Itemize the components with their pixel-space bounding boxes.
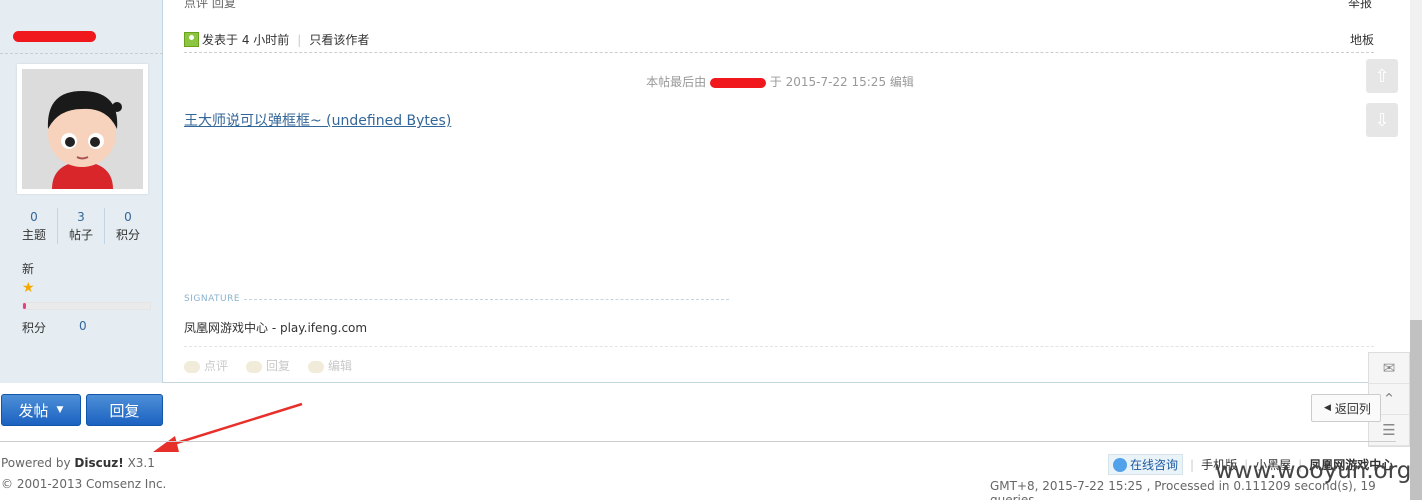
stat-value: 0: [30, 210, 38, 224]
post-bottom-actions: 点评 回复 编辑: [184, 357, 352, 374]
author-stats: 0 主题 3 帖子 0 积分: [11, 208, 151, 244]
stat-value: 3: [77, 210, 85, 224]
stat-label: 帖子: [68, 228, 93, 242]
chat-icon: ✉: [1382, 359, 1396, 377]
new-post-button[interactable]: 发帖 ▼: [1, 394, 81, 426]
post-divider: [184, 346, 1374, 347]
back-label: 返回列: [1334, 401, 1371, 416]
stat-label: 积分: [115, 228, 140, 242]
rate-label: 点评: [204, 359, 229, 373]
stat-posts[interactable]: 3 帖子: [57, 208, 104, 244]
redacted-editor: [709, 77, 766, 88]
stat-threads[interactable]: 0 主题: [11, 208, 57, 244]
post-content-area: 点评 回复 举报 发表于 4 小时前 | 只看该作者 地板 本帖最后由 于 20…: [164, 0, 1396, 383]
scroll-bottom-button[interactable]: ⇩: [1366, 103, 1398, 137]
only-author-link[interactable]: 只看该作者: [309, 31, 369, 48]
edit-link[interactable]: 编辑: [308, 357, 352, 374]
stat-credits[interactable]: 0 积分: [104, 208, 151, 244]
arrow-down-icon: ⇩: [1374, 109, 1390, 131]
annotation-arrow: [153, 402, 303, 452]
separator: |: [1190, 457, 1195, 472]
quick-reply-button[interactable]: ✉: [1369, 353, 1409, 384]
signature-label: SIGNATURE: [184, 294, 241, 304]
list-icon: ☰: [1382, 421, 1396, 439]
consult-label: 在线咨询: [1130, 458, 1179, 472]
footer-divider: [0, 441, 1396, 442]
edit-notice: 本帖最后由 于 2015-7-22 15:25 编辑: [164, 73, 1396, 90]
back-to-list-link[interactable]: ◀ 返回列: [1311, 394, 1381, 422]
reply-icon: [246, 360, 263, 373]
stat-label: 主题: [21, 228, 46, 242]
new-post-label: 发帖: [18, 401, 49, 420]
floor-number[interactable]: 地板: [1350, 31, 1374, 48]
separator: |: [297, 32, 302, 47]
user-rank: 新: [22, 262, 35, 276]
credit-label: 积分: [22, 321, 47, 335]
signature-divider: [244, 298, 729, 300]
attachment-link[interactable]: 王大师说可以弹框框~ (undefined Bytes): [184, 110, 451, 130]
sidebar-divider: [0, 53, 163, 54]
stat-value: 0: [124, 210, 132, 224]
consult-icon: [1113, 457, 1127, 472]
online-consult-button[interactable]: 在线咨询: [1108, 454, 1184, 475]
rate-button[interactable]: 点评: [184, 357, 228, 374]
post-top-actions[interactable]: 点评 回复: [184, 0, 236, 11]
post-time: 发表于 4 小时前: [202, 33, 290, 47]
report-link[interactable]: 举报: [1348, 0, 1372, 11]
powered-by: Powered by Discuz! X3.1: [1, 456, 155, 470]
author-sidebar: 0 主题 3 帖子 0 积分 新 ★ 积分 0: [0, 0, 163, 383]
chevron-left-icon: ◀: [1324, 403, 1331, 413]
reply-label: 回复: [266, 359, 291, 373]
avatar[interactable]: [17, 64, 148, 194]
forum-page: 0 主题 3 帖子 0 积分 新 ★ 积分 0 点评 回复 举报 发表于 4 小…: [0, 0, 1422, 500]
signature-text[interactable]: 凤凰网游戏中心 - play.ifeng.com: [184, 319, 367, 336]
reply-button-label: 回复: [109, 401, 140, 420]
top-icon: ⌃: [1382, 390, 1396, 408]
redacted-username: [13, 31, 96, 42]
copyright[interactable]: © 2001-2013 Comsenz Inc.: [1, 477, 166, 491]
edit-icon: [308, 360, 325, 373]
dropdown-arrow-icon: ▼: [56, 405, 64, 415]
reply-link[interactable]: 回复: [246, 357, 290, 374]
avatar-image: [22, 69, 143, 189]
edit-label: 编辑: [328, 359, 353, 373]
online-status-icon: [184, 32, 199, 47]
arrow-up-icon: ⇧: [1374, 65, 1390, 87]
scroll-top-button[interactable]: ⇧: [1366, 59, 1398, 93]
post-info-bar: 发表于 4 小时前 | 只看该作者 地板: [184, 27, 1374, 53]
edit-prefix: 本帖最后由: [646, 75, 707, 89]
watermark: www.wooyun.org: [1215, 458, 1412, 484]
forum-post: 0 主题 3 帖子 0 积分 新 ★ 积分 0 点评 回复 举报 发表于 4 小…: [0, 0, 1396, 383]
version-text: X3.1: [127, 456, 155, 470]
credit-progress-bar: [22, 302, 151, 310]
credit-row: 积分 0: [22, 319, 122, 336]
scrollbar-thumb[interactable]: [1410, 320, 1422, 500]
star-icon: ★: [22, 280, 35, 296]
edit-suffix: 于 2015-7-22 15:25 编辑: [769, 75, 914, 89]
credit-value: 0: [79, 319, 87, 333]
discuz-link[interactable]: Discuz!: [74, 456, 123, 470]
signature-header: SIGNATURE: [184, 294, 729, 304]
powered-prefix: Powered by: [1, 456, 71, 470]
comment-icon: [184, 360, 200, 373]
progress-fill: [23, 303, 26, 309]
